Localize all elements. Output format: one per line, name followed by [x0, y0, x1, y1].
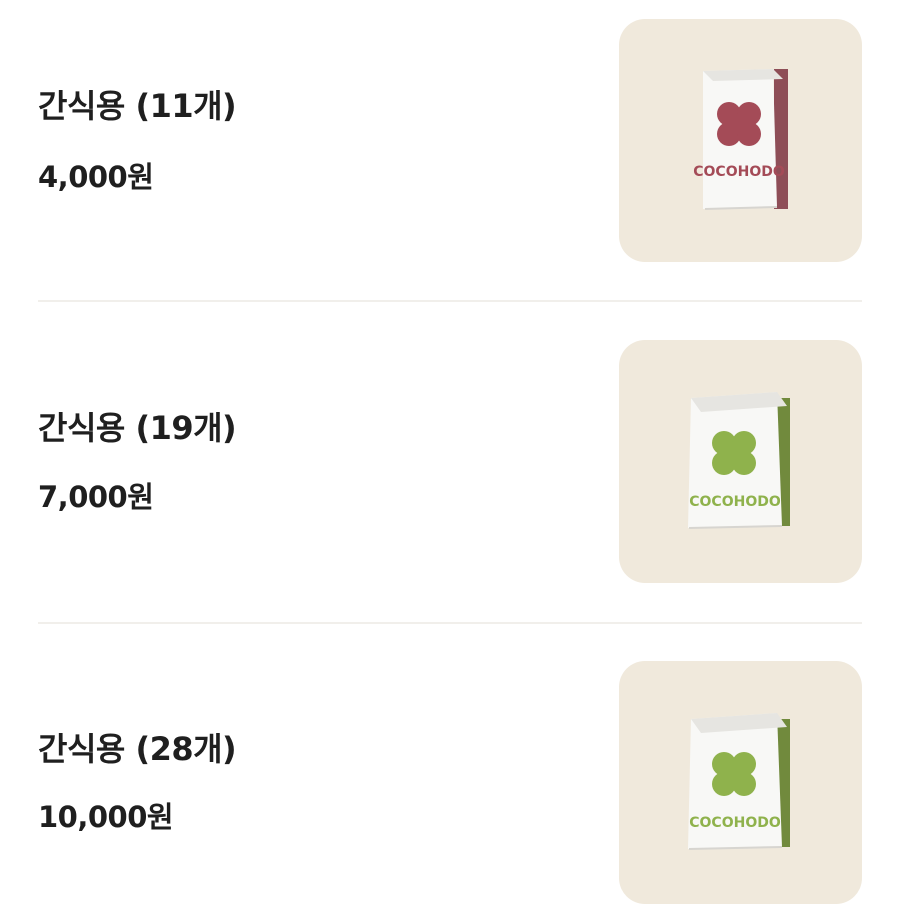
- divider: [38, 300, 862, 302]
- product-thumbnail[interactable]: COCOHODO: [619, 340, 862, 583]
- bag-flower-mark: [712, 752, 756, 796]
- bag-brand-label: COCOHODO: [689, 494, 781, 510]
- menu-item-snack-28[interactable]: 간식용 (28개) 10,000원 COCOHODO: [38, 661, 862, 906]
- product-thumbnail[interactable]: COCOHODO: [619, 19, 862, 262]
- cocohodo-red-bag-icon: COCOHODO: [619, 19, 862, 262]
- bag-brand-label: COCOHODO: [693, 164, 785, 180]
- bag-brand-label: COCOHODO: [689, 815, 781, 831]
- menu-item-snack-19[interactable]: 간식용 (19개) 7,000원 COCOHODO: [38, 340, 862, 585]
- divider: [38, 622, 862, 624]
- menu-item-snack-11[interactable]: 간식용 (11개) 4,000원 COCOHODO: [38, 19, 862, 264]
- product-thumbnail[interactable]: COCOHODO: [619, 661, 862, 904]
- bag-fold: [703, 69, 783, 81]
- cocohodo-green-bag-icon: COCOHODO: [619, 340, 862, 583]
- cocohodo-green-bag-icon: COCOHODO: [619, 661, 862, 904]
- menu-item-price: 4,000원: [38, 160, 154, 194]
- menu-item-price: 10,000원: [38, 800, 174, 834]
- menu-list: 간식용 (11개) 4,000원 COCOHODO 간식용 (19개) 7,00…: [0, 0, 900, 917]
- menu-item-name: 간식용 (11개): [38, 87, 237, 125]
- bag-flower-mark: [717, 102, 761, 146]
- menu-item-name: 간식용 (19개): [38, 409, 237, 447]
- menu-item-name: 간식용 (28개): [38, 730, 237, 768]
- menu-item-price: 7,000원: [38, 480, 154, 514]
- bag-flower-mark: [712, 431, 756, 475]
